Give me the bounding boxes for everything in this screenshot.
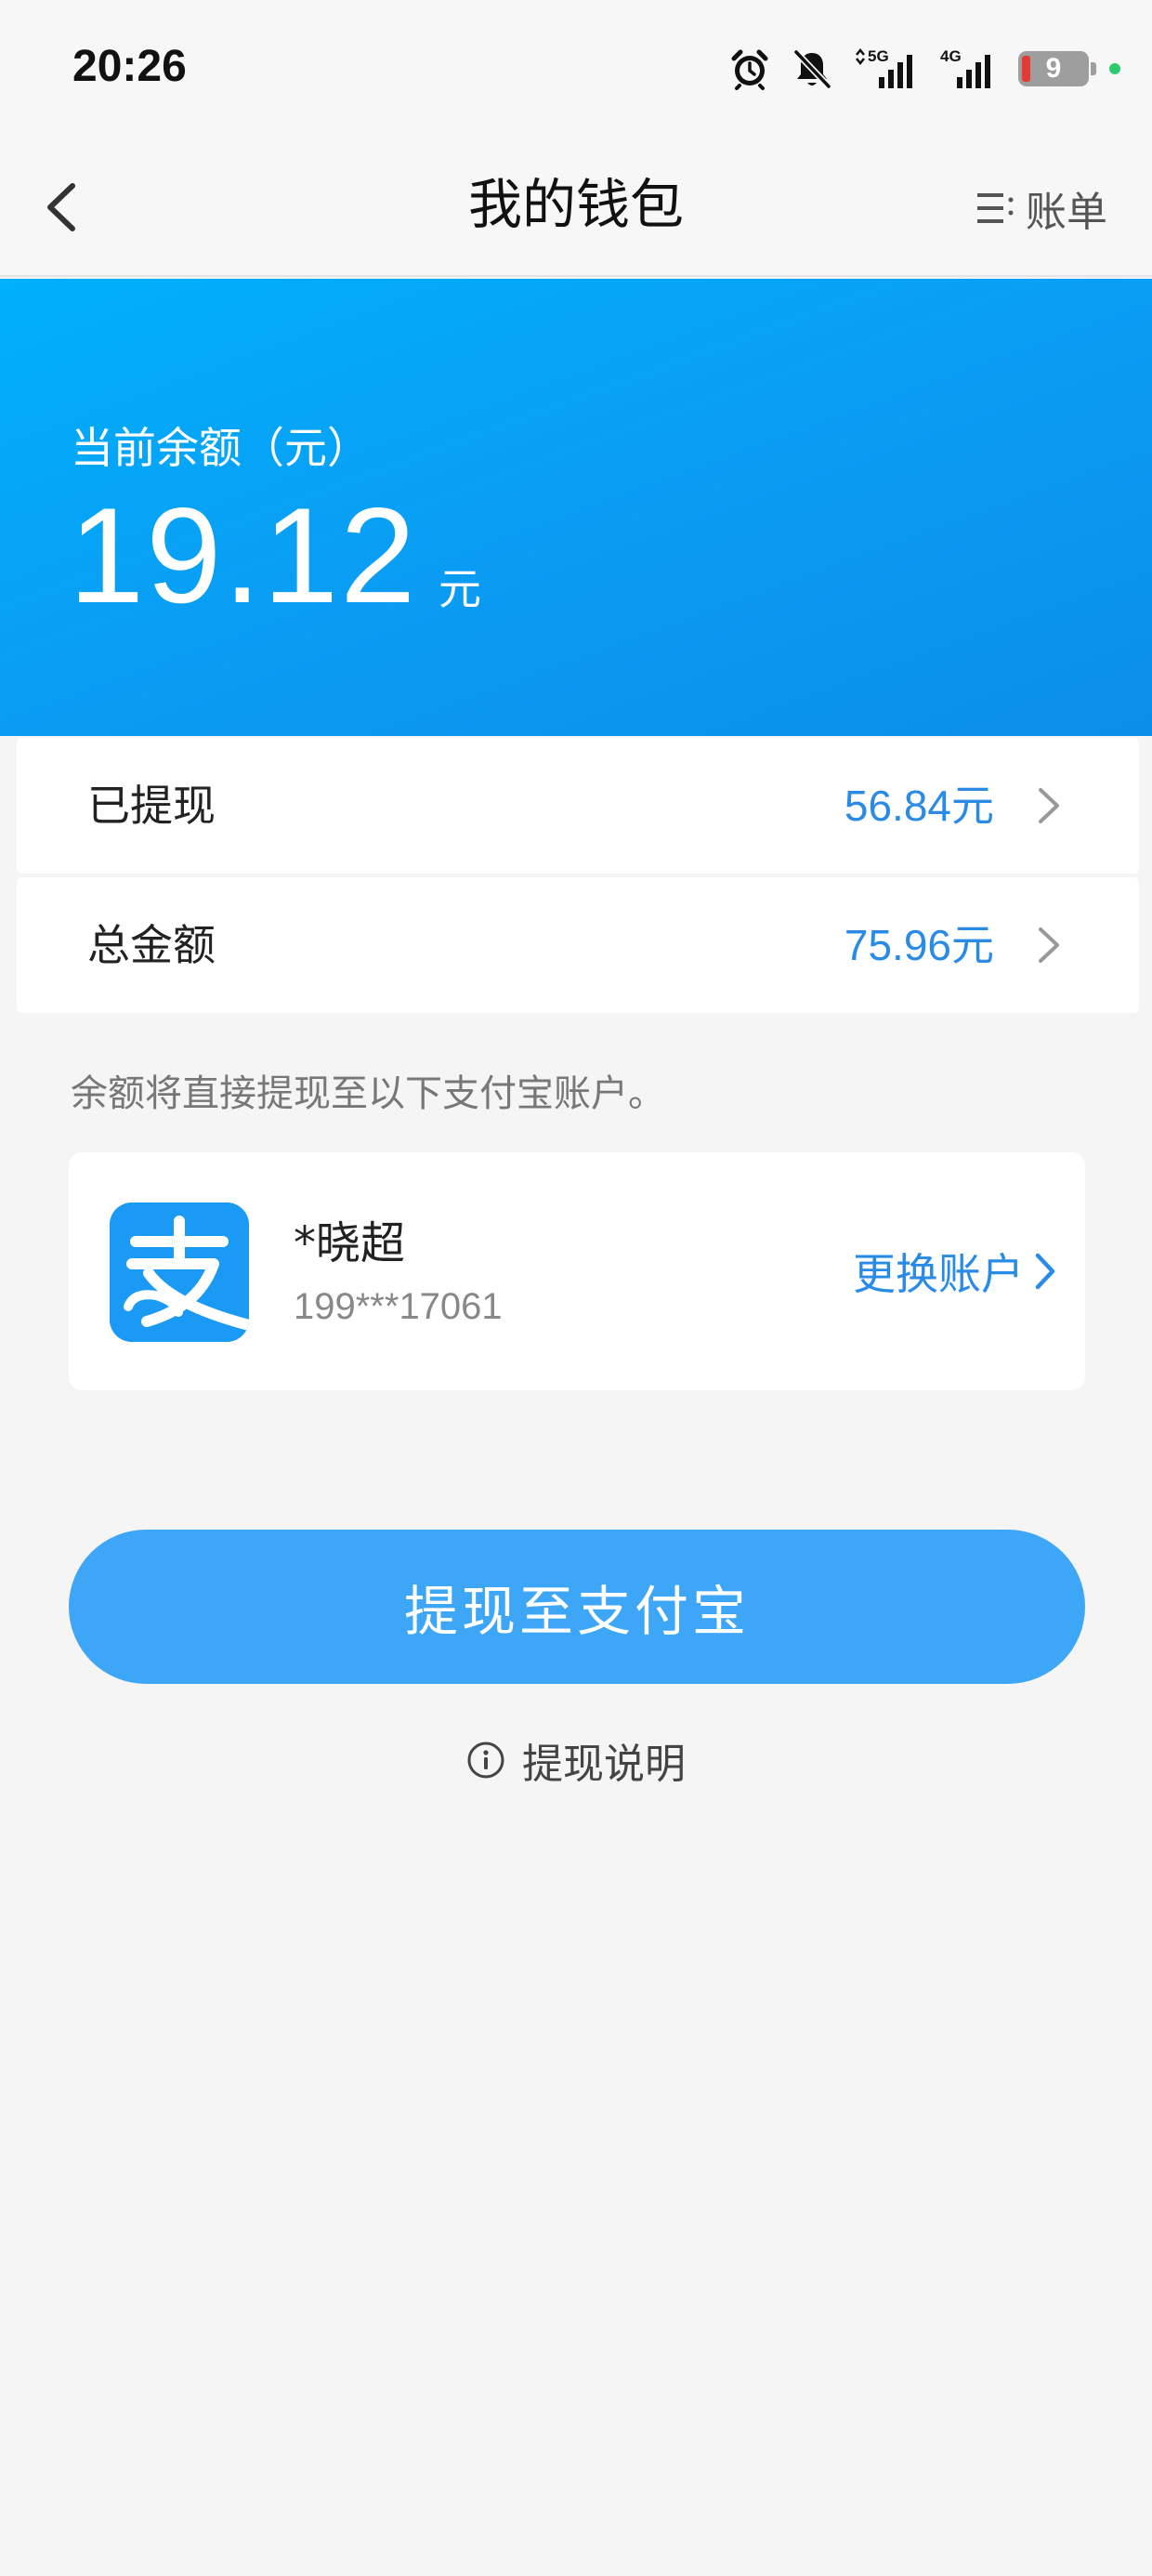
alipay-account-card: *晓超 199***17061 更换账户 [69,1152,1085,1390]
account-name: *晓超 [294,1217,406,1269]
bell-muted-icon [792,47,832,90]
chevron-right-icon [1035,1253,1055,1290]
withdrawn-value: 56.84元 [844,781,994,831]
balance-label: 当前余额（元） [71,423,370,473]
chevron-right-icon [1039,927,1059,963]
total-value: 75.96元 [844,920,994,970]
alarm-icon [728,47,771,90]
withdraw-hint: 余额将直接提现至以下支付宝账户。 [71,1072,665,1115]
balance-value: 19.12 [69,480,418,631]
balance-unit: 元 [439,564,481,614]
signal-5g-icon: 5G [853,46,920,92]
bill-button[interactable]: 账单 [975,178,1107,238]
status-time: 20:26 [72,42,187,91]
network-5g-label: 5G [868,47,889,65]
account-phone: 199***17061 [294,1286,503,1327]
bill-label: 账单 [1026,189,1107,236]
withdrawn-row[interactable]: 已提现 56.84元 [17,738,1139,874]
change-account-button[interactable]: 更换账户 [853,1152,1057,1390]
alipay-logo-icon [110,1203,249,1342]
withdraw-note-link[interactable]: 提现说明 [0,1730,1152,1790]
total-label: 总金额 [87,920,216,970]
status-icons: 5G 4G 9 [728,43,1120,95]
status-bar: 20:26 5G 4G 9 [0,0,1152,138]
signal-4g-icon: 4G [940,46,998,92]
battery-level: 9 [1045,53,1062,84]
network-4g-label: 4G [940,47,962,65]
withdraw-note-label: 提现说明 [522,1741,686,1788]
info-icon [467,1741,504,1779]
withdraw-to-alipay-button[interactable]: 提现至支付宝 [69,1530,1085,1684]
status-dot [1109,63,1120,74]
chevron-right-icon [1039,788,1059,823]
total-row[interactable]: 总金额 75.96元 [17,877,1139,1013]
nav-bar: 我的钱包 账单 [0,138,1152,277]
change-account-label: 更换账户 [853,1249,1024,1299]
battery-icon: 9 [1018,51,1096,86]
balance-banner: 当前余额（元） 19.12 元 [0,279,1152,736]
withdrawn-label: 已提现 [87,781,216,831]
list-icon [977,193,1014,223]
